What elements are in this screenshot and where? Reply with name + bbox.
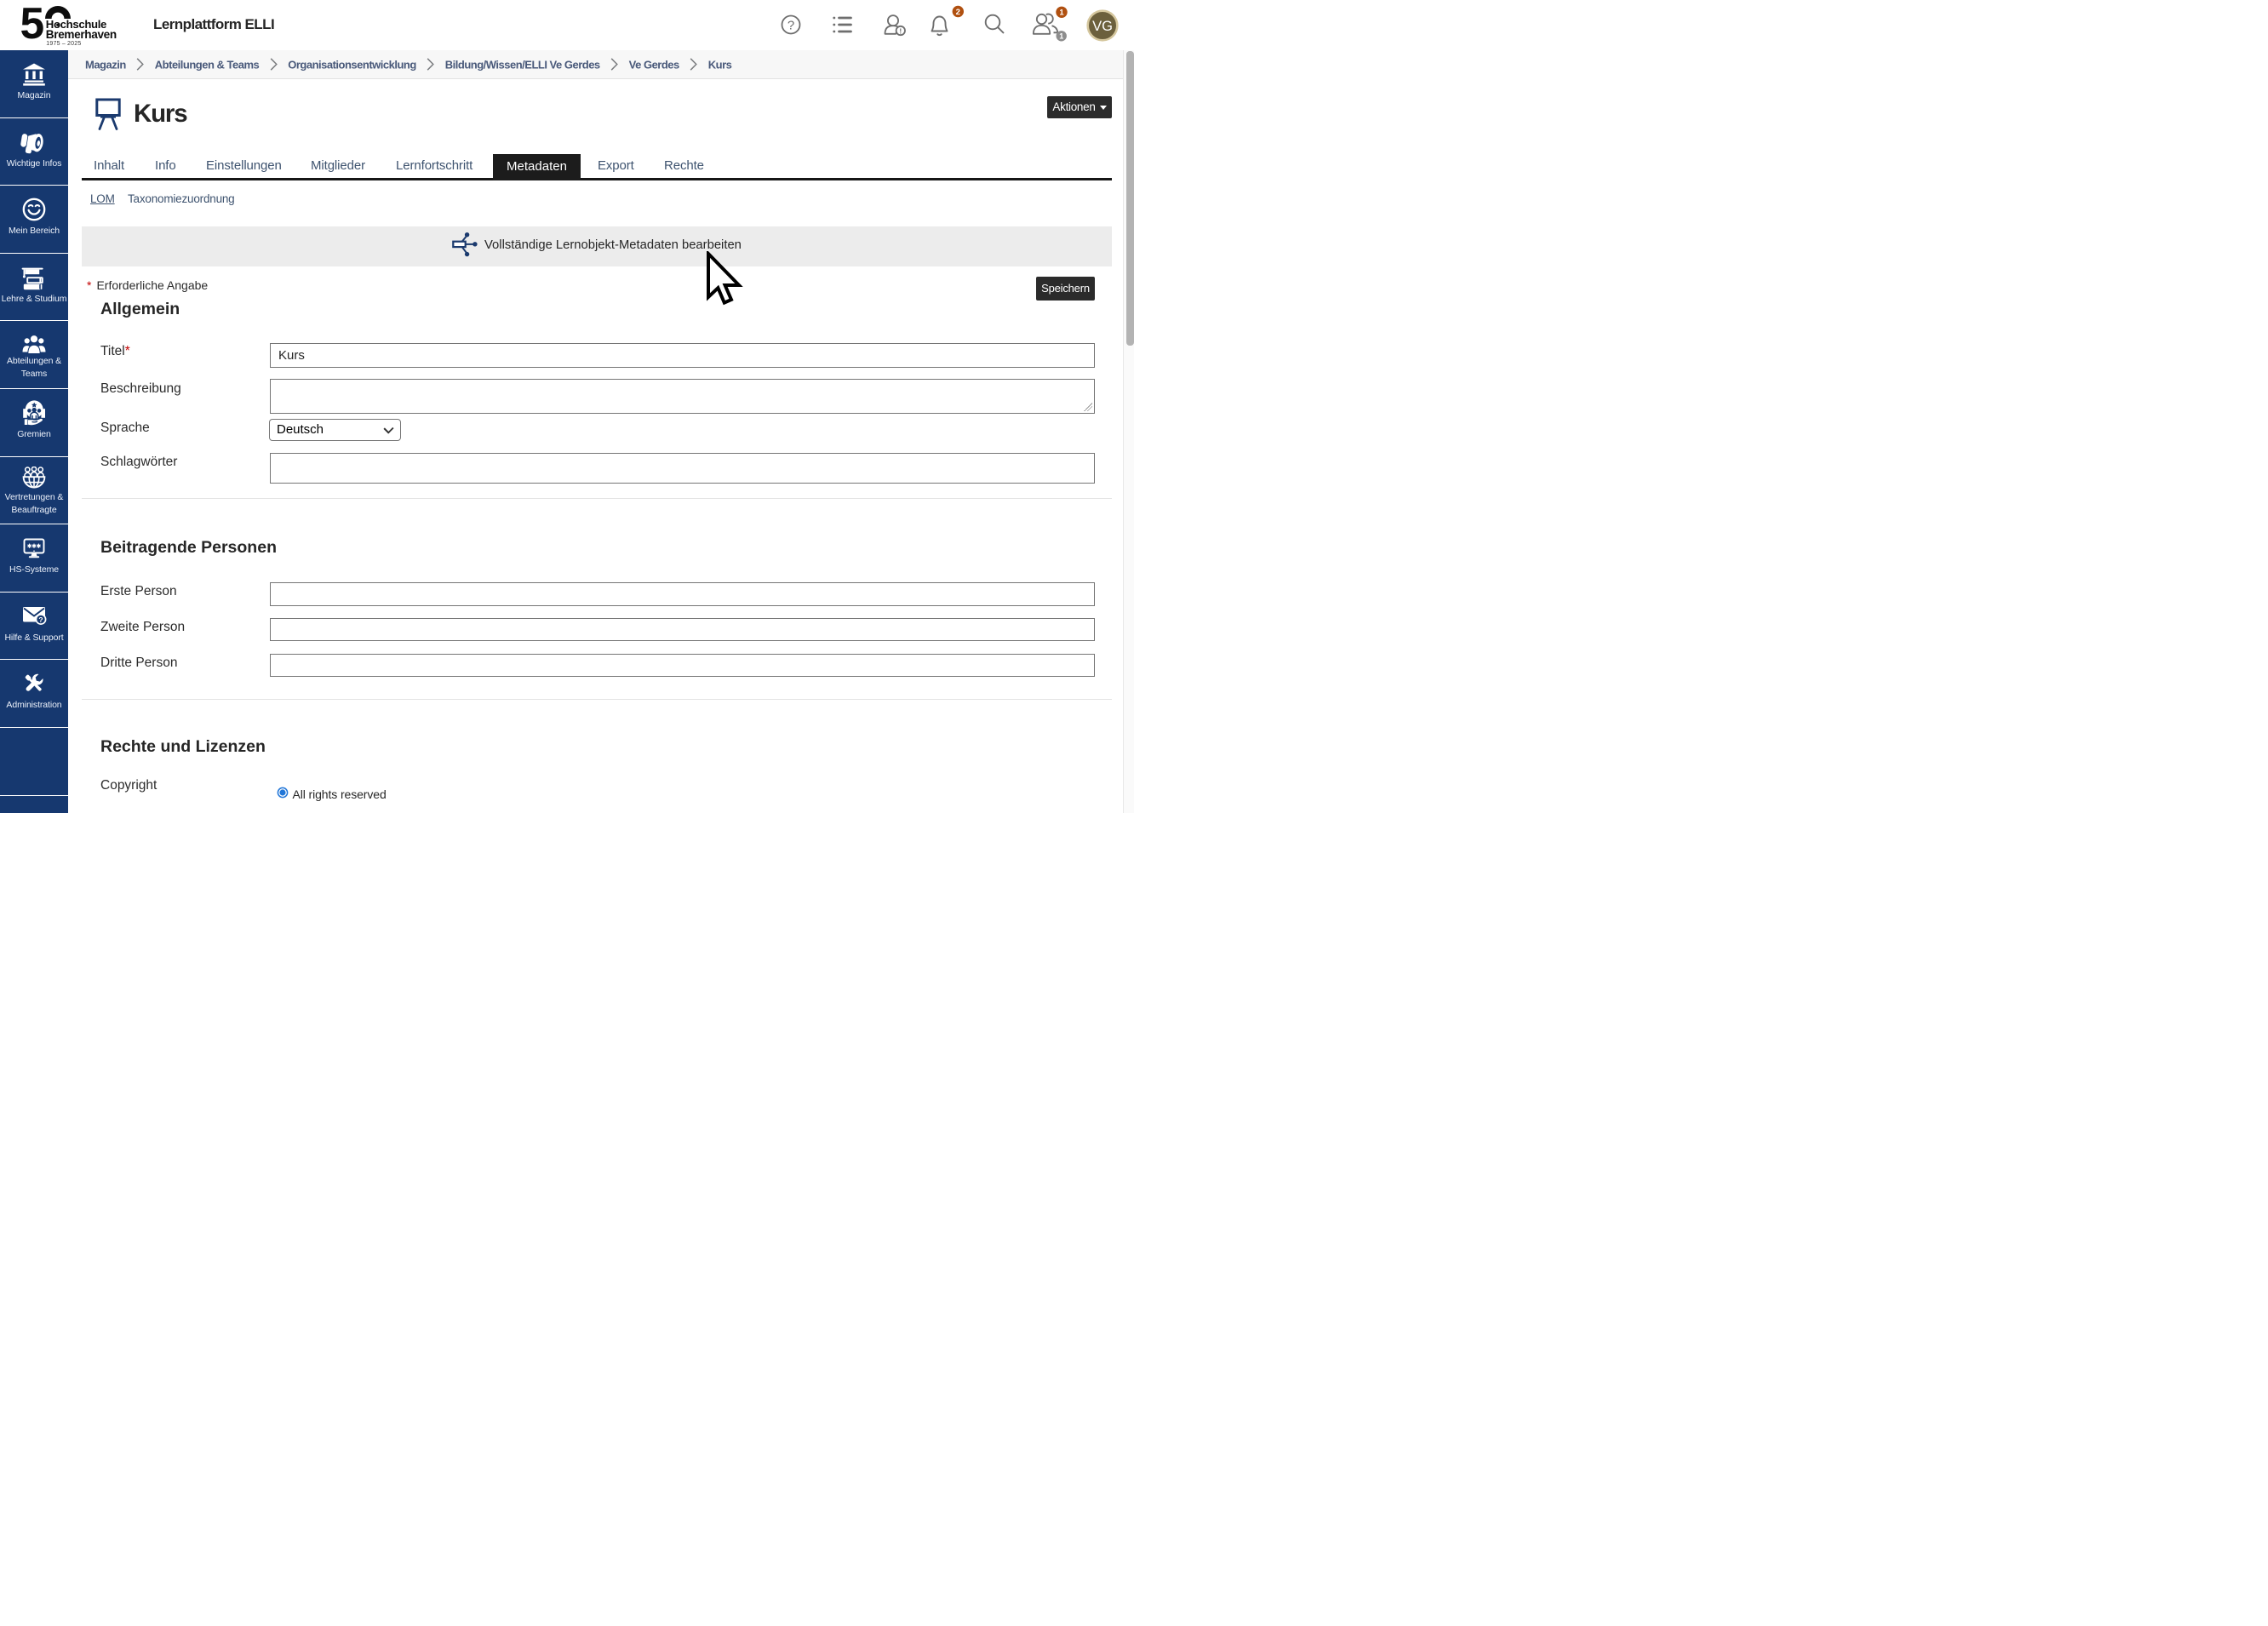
svg-text:5: 5 [20, 3, 44, 48]
svg-text:1: 1 [1059, 9, 1064, 18]
svg-text:Bremerhaven: Bremerhaven [46, 28, 117, 41]
svg-text:?: ? [38, 615, 43, 624]
svg-text:!: ! [899, 27, 902, 36]
svg-text:?: ? [788, 19, 794, 33]
svg-text:VG: VG [1092, 19, 1113, 34]
svg-text:1975 – 2025: 1975 – 2025 [46, 41, 81, 47]
svg-text:1: 1 [1059, 32, 1063, 41]
svg-text:2: 2 [956, 8, 960, 17]
